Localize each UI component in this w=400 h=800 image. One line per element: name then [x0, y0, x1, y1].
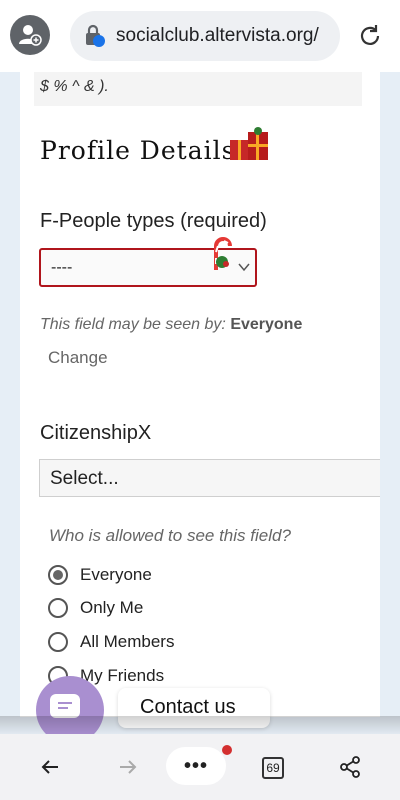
url-text: socialclub.altervista.org/ [116, 25, 319, 46]
share-icon [340, 756, 360, 778]
radio-button[interactable] [48, 598, 68, 618]
citizenship-value: Select... [50, 468, 119, 489]
radio-label: All Members [80, 632, 175, 651]
browser-top-bar: socialclub.altervista.org/ [0, 0, 400, 72]
bottom-bar-shadow [0, 716, 400, 736]
arrow-left-icon [41, 760, 58, 774]
browser-bottom-bar: ••• 69 [0, 734, 400, 800]
change-visibility-link[interactable]: Change [48, 348, 108, 368]
citizenship-select[interactable]: Select... [39, 459, 380, 497]
visibility-prefix: This field may be seen by: [40, 316, 231, 333]
radio-label: Only Me [80, 598, 144, 617]
radio-option-all-members[interactable]: All Members [48, 630, 174, 654]
forward-button[interactable] [98, 734, 158, 800]
share-button[interactable] [320, 734, 380, 800]
radio-label: Everyone [80, 565, 152, 584]
page-content: $ % ^ & ). Profile Details F-People type… [20, 72, 380, 717]
hint-box: $ % ^ & ). [34, 72, 362, 106]
radio-option-everyone[interactable]: Everyone [48, 563, 152, 587]
menu-dots-icon: ••• [183, 754, 208, 777]
radio-button[interactable] [48, 565, 68, 585]
notification-dot [222, 745, 232, 755]
section-title: Profile Details [40, 136, 236, 165]
address-bar[interactable]: socialclub.altervista.org/ [70, 11, 340, 61]
arrow-right-icon [120, 760, 137, 774]
profile-add-icon [19, 25, 42, 46]
reload-icon[interactable] [356, 22, 384, 50]
radio-label: My Friends [80, 666, 165, 685]
candy-cane-icon [214, 237, 232, 270]
back-button[interactable] [20, 734, 80, 800]
visibility-value: Everyone [230, 316, 303, 333]
who-can-see-label: Who is allowed to see this field? [49, 526, 291, 545]
hint-text: $ % ^ & ). [40, 78, 109, 95]
profile-button[interactable] [10, 15, 50, 55]
people-types-value: ---- [51, 259, 73, 276]
people-types-label: F-People types (required) [40, 210, 267, 232]
site-security-icon[interactable] [82, 24, 106, 48]
menu-button[interactable]: ••• [166, 747, 226, 785]
radio-button[interactable] [48, 632, 68, 652]
visibility-note: This field may be seen by: Everyone [40, 316, 302, 334]
tabs-button[interactable]: 69 [262, 757, 284, 779]
christmas-gift-icon [230, 127, 268, 160]
chat-icon [50, 694, 80, 718]
radio-option-only-me[interactable]: Only Me [48, 596, 143, 620]
citizenship-label: CitizenshipX [40, 422, 152, 444]
